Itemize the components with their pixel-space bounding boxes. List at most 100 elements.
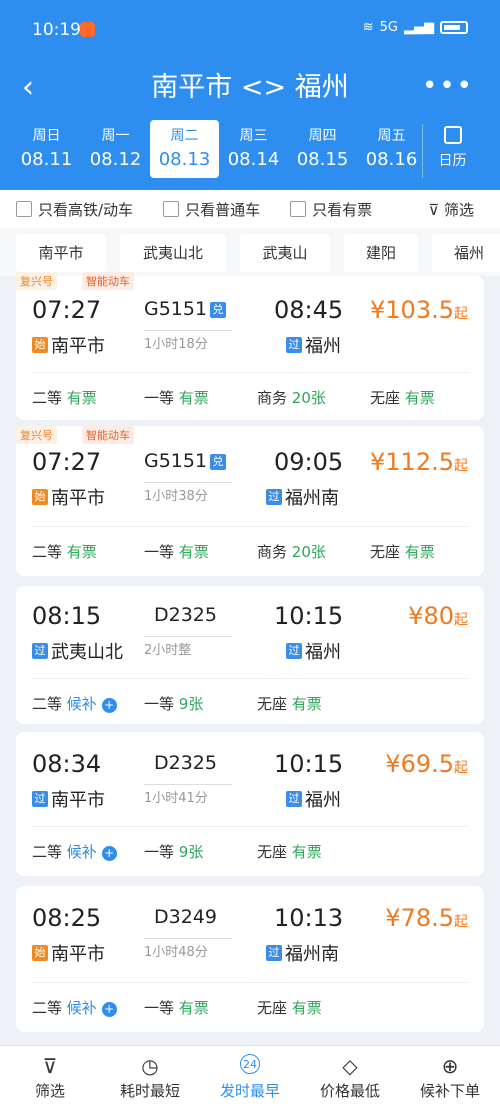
station-chip[interactable]: 福州 xyxy=(432,234,500,272)
seat-standing: 无座 有票 xyxy=(257,695,322,713)
train-number: D2325 xyxy=(154,604,217,626)
more-button[interactable]: ••• xyxy=(422,66,474,106)
seat-second: 二等 候补 + xyxy=(32,693,117,714)
station-chip[interactable]: 武夷山北 xyxy=(120,234,226,272)
origin-mark: 始 xyxy=(32,945,48,961)
exchange-badge: 兑 xyxy=(210,454,226,470)
seat-second: 二等 有票 xyxy=(32,389,97,407)
seat-availability: 二等 候补 + 一等 有票 无座 有票 xyxy=(32,982,468,1030)
filter-label: 只看有票 xyxy=(312,200,373,219)
station-name: 武夷山北 xyxy=(51,642,123,663)
seat-business: 商务 20张 xyxy=(257,389,326,407)
waitlist-plus-icon: + xyxy=(101,1002,117,1017)
fuxing-tag: 复兴号 xyxy=(16,272,57,290)
price: ¥103.5起 xyxy=(370,296,468,324)
train-card[interactable]: 复兴号 智能动车 07:27 G5151 兑 1小时38分 09:05 始南平市… xyxy=(16,426,484,576)
bottom-tab-bar: ⊽ 筛选 ◷ 耗时最短 24 发时最早 ◇ 价格最低 ⊕ 候补下单 xyxy=(0,1045,500,1110)
seat-availability: 二等 候补 + 一等 9张 无座 有票 xyxy=(32,678,468,724)
departure-time: 08:34 xyxy=(32,750,102,778)
train-number: G5151 xyxy=(144,450,208,472)
stopwatch-icon: ◷ xyxy=(141,1054,159,1078)
price: ¥112.5起 xyxy=(370,448,468,476)
tab-earliest[interactable]: 24 发时最早 xyxy=(200,1046,300,1110)
tab-label: 耗时最短 xyxy=(119,1082,180,1100)
pass-mark: 过 xyxy=(266,489,282,505)
date-tab[interactable]: 周日 08.11 xyxy=(12,120,81,178)
seat-first: 一等 9张 xyxy=(144,843,204,861)
smart-emu-tag: 智能动车 xyxy=(82,272,134,290)
pass-mark: 过 xyxy=(32,791,48,807)
station-name: 福州 xyxy=(305,790,341,811)
seat-availability: 二等 有票 一等 有票 商务 20张 无座 有票 xyxy=(32,372,468,420)
checkbox-icon xyxy=(16,201,32,217)
seat-second: 二等 候补 + xyxy=(32,997,117,1018)
departure-time: 07:27 xyxy=(32,448,102,476)
tab-waitlist-order[interactable]: ⊕ 候补下单 xyxy=(400,1046,500,1110)
tab-shortest[interactable]: ◷ 耗时最短 xyxy=(100,1046,200,1110)
waitlist-plus-icon: + xyxy=(101,846,117,861)
tab-label: 价格最低 xyxy=(319,1082,380,1100)
seat-standing: 无座 有票 xyxy=(370,543,435,561)
to-station: 过福州南 xyxy=(266,940,339,966)
station-chip[interactable]: 南平市 xyxy=(16,234,106,272)
filter-normal[interactable]: 只看普通车 xyxy=(163,199,260,220)
seat-standing: 无座 有票 xyxy=(257,843,322,861)
weekday-label: 周五 xyxy=(377,128,406,144)
weekday-label: 周三 xyxy=(239,128,268,144)
calendar-label: 日历 xyxy=(438,153,467,169)
train-card[interactable]: 08:34 D2325 1小时41分 10:15 过南平市 过福州 ¥69.5起… xyxy=(16,732,484,876)
arrival-time: 10:15 xyxy=(274,602,344,630)
arrival-time: 08:45 xyxy=(274,296,344,324)
train-number: D3249 xyxy=(154,906,217,928)
date-tab[interactable]: 周四 08.15 xyxy=(288,120,357,178)
seat-first: 一等 有票 xyxy=(144,999,209,1017)
train-card[interactable]: 08:15 D2325 2小时整 10:15 过武夷山北 过福州 ¥80起 二等… xyxy=(16,586,484,724)
pass-mark: 过 xyxy=(286,337,302,353)
screen-button[interactable]: ⊽ 筛选 xyxy=(428,199,474,220)
to-station: 过福州 xyxy=(286,332,341,358)
filter-label: 只看普通车 xyxy=(185,200,261,219)
arrival-time: 10:15 xyxy=(274,750,344,778)
network-label: 5G xyxy=(379,20,398,35)
exchange-badge: 兑 xyxy=(210,302,226,318)
date-label: 08.12 xyxy=(89,149,142,170)
funnel-icon: ⊽ xyxy=(42,1054,58,1078)
station-chip[interactable]: 武夷山 xyxy=(240,234,330,272)
seat-availability: 二等 候补 + 一等 9张 无座 有票 xyxy=(32,826,468,874)
calendar-button[interactable]: 日历 xyxy=(422,124,482,178)
station-name: 南平市 xyxy=(51,944,105,965)
date-tab[interactable]: 周三 08.14 xyxy=(219,120,288,178)
filter-highspeed[interactable]: 只看高铁/动车 xyxy=(16,199,133,220)
station-name: 南平市 xyxy=(51,790,105,811)
price: ¥78.5起 xyxy=(385,904,468,932)
seat-second: 二等 有票 xyxy=(32,543,97,561)
app-header: ‹ 南平市 <> 福州 ••• 周日 08.11 周一 08.12 周二 08.13 … xyxy=(0,62,500,190)
funnel-icon: ⊽ xyxy=(428,200,440,219)
station-chip[interactable]: 建阳 xyxy=(344,234,418,272)
checkbox-icon xyxy=(163,201,180,217)
price: ¥80起 xyxy=(408,602,468,630)
date-tab-selected[interactable]: 周二 08.13 xyxy=(150,120,219,178)
date-tab[interactable]: 周五 08.16 xyxy=(357,120,426,178)
tab-label: 发时最早 xyxy=(219,1082,280,1100)
status-icons: ≋ 5G ▂▄▆ xyxy=(363,20,468,35)
tab-lowest-price[interactable]: ◇ 价格最低 xyxy=(300,1046,400,1110)
filter-available[interactable]: 只看有票 xyxy=(290,199,372,220)
fuxing-tag: 复兴号 xyxy=(16,426,57,444)
date-tab[interactable]: 周一 08.12 xyxy=(81,120,150,178)
train-card[interactable]: 复兴号 智能动车 07:27 G5151 兑 1小时18分 08:45 始南平市… xyxy=(16,272,484,420)
departure-time: 08:25 xyxy=(32,904,102,932)
from-station: 过武夷山北 xyxy=(32,638,123,664)
filter-bar: 只看高铁/动车 只看普通车 只看有票 ⊽ 筛选 xyxy=(0,190,500,228)
station-name: 福州南 xyxy=(285,488,339,509)
date-selector: 周日 08.11 周一 08.12 周二 08.13 周三 08.14 周四 08.15 … xyxy=(12,120,426,178)
duration: 1小时41分 xyxy=(144,784,232,806)
tab-label: 筛选 xyxy=(34,1082,65,1100)
tab-filter[interactable]: ⊽ 筛选 xyxy=(0,1046,100,1110)
arrival-time: 09:05 xyxy=(274,448,344,476)
date-label: 08.11 xyxy=(20,149,73,170)
train-card[interactable]: 08:25 D3249 1小时48分 10:13 始南平市 过福州南 ¥78.5… xyxy=(16,886,484,1032)
departure-time: 08:15 xyxy=(32,602,102,630)
wifi-icon: ≋ xyxy=(362,20,374,35)
weekday-label: 周二 xyxy=(170,128,199,144)
